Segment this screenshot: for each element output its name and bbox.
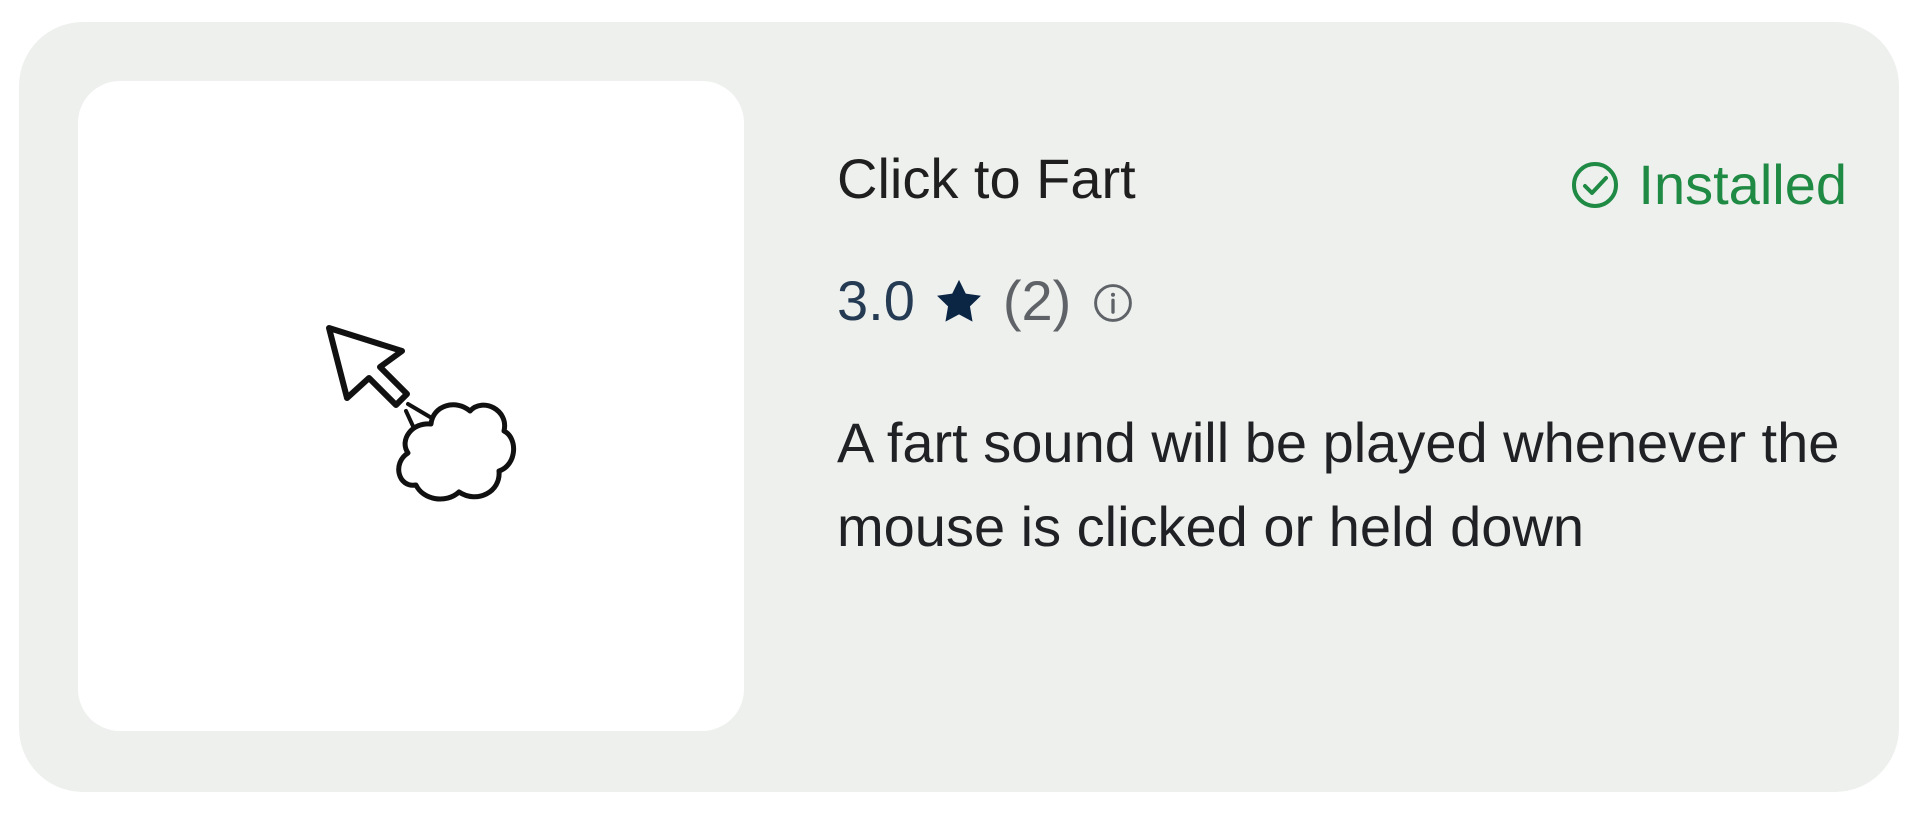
star-icon xyxy=(936,279,981,322)
extension-details: Click to Fart Installed 3.0 (2) A fart s… xyxy=(837,114,1847,634)
extension-thumbnail xyxy=(78,81,744,731)
extension-card[interactable]: Click to Fart Installed 3.0 (2) A fart s… xyxy=(19,22,1899,792)
extension-description: A fart sound will be played whenever the… xyxy=(837,411,1840,558)
info-icon[interactable] xyxy=(1091,281,1135,325)
rating-row: 3.0 (2) xyxy=(837,266,1135,336)
rating-value: 3.0 xyxy=(837,269,915,332)
rating-count: (2) xyxy=(1002,269,1072,332)
check-circle-icon xyxy=(1572,162,1619,208)
installed-status: Installed xyxy=(1570,150,1847,220)
installed-label: Installed xyxy=(1638,153,1847,216)
extension-title[interactable]: Click to Fart xyxy=(837,144,1136,214)
mouse-cursor-fart-cloud-icon xyxy=(326,325,516,502)
